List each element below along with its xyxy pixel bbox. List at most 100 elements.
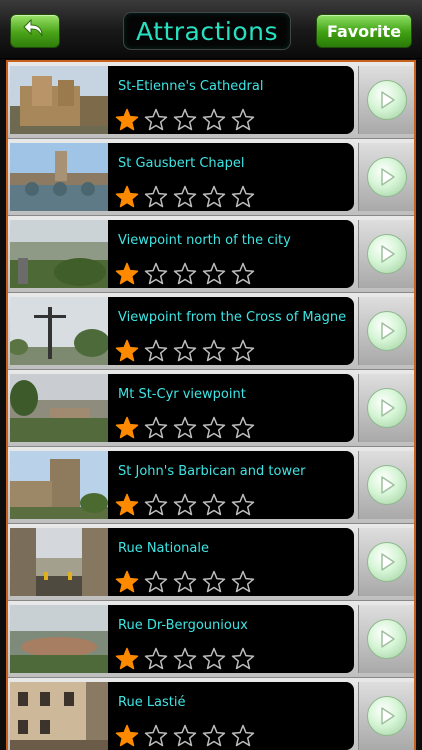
favorite-button[interactable]: Favorite [316,14,412,48]
star-rating[interactable] [112,724,257,748]
attraction-thumbnail [10,143,108,211]
attraction-info: Rue Nationale [108,528,354,596]
star-rating[interactable] [112,647,257,671]
attraction-thumbnail [10,297,108,365]
top-bar: Attractions Favorite [0,0,422,59]
attraction-name: St John's Barbican and tower [118,464,306,479]
star-rating[interactable] [112,339,257,363]
star-filled-icon[interactable] [112,724,141,748]
attraction-thumbnail [10,374,108,442]
attraction-info: Viewpoint north of the city [108,220,354,288]
star-outline-icon[interactable] [199,493,228,517]
star-rating[interactable] [112,185,257,209]
star-outline-icon[interactable] [141,262,170,286]
star-outline-icon[interactable] [199,262,228,286]
star-filled-icon[interactable] [112,570,141,594]
open-detail-button[interactable] [358,66,414,134]
star-outline-icon[interactable] [228,339,257,363]
star-outline-icon[interactable] [170,647,199,671]
star-outline-icon[interactable] [141,185,170,209]
star-filled-icon[interactable] [112,185,141,209]
attraction-name: Mt St-Cyr viewpoint [118,387,246,402]
star-outline-icon[interactable] [228,262,257,286]
open-detail-button[interactable] [358,297,414,365]
star-outline-icon[interactable] [141,108,170,132]
open-detail-button[interactable] [358,682,414,750]
list-item[interactable]: Viewpoint north of the city [8,216,414,293]
attraction-info: St John's Barbican and tower [108,451,354,519]
star-filled-icon[interactable] [112,262,141,286]
star-rating[interactable] [112,262,257,286]
star-outline-icon[interactable] [141,647,170,671]
star-outline-icon[interactable] [141,493,170,517]
star-outline-icon[interactable] [228,108,257,132]
attraction-info: Mt St-Cyr viewpoint [108,374,354,442]
list-item[interactable]: St Gausbert Chapel [8,139,414,216]
play-arrow-icon [367,619,407,659]
star-rating[interactable] [112,493,257,517]
star-outline-icon[interactable] [199,108,228,132]
star-outline-icon[interactable] [170,262,199,286]
attraction-info: St-Etienne's Cathedral [108,66,354,134]
star-outline-icon[interactable] [228,493,257,517]
star-filled-icon[interactable] [112,493,141,517]
star-outline-icon[interactable] [199,570,228,594]
star-outline-icon[interactable] [228,416,257,440]
star-outline-icon[interactable] [141,724,170,748]
star-outline-icon[interactable] [170,493,199,517]
list-item[interactable]: Mt St-Cyr viewpoint [8,370,414,447]
star-outline-icon[interactable] [199,339,228,363]
star-outline-icon[interactable] [141,339,170,363]
list-item[interactable]: St-Etienne's Cathedral [8,62,414,139]
star-filled-icon[interactable] [112,339,141,363]
star-filled-icon[interactable] [112,416,141,440]
star-outline-icon[interactable] [170,108,199,132]
star-outline-icon[interactable] [170,185,199,209]
open-detail-button[interactable] [358,374,414,442]
list-item[interactable]: Rue Lastié [8,678,414,750]
open-detail-button[interactable] [358,220,414,288]
star-outline-icon[interactable] [141,570,170,594]
back-arrow-icon [22,18,48,44]
star-outline-icon[interactable] [170,339,199,363]
star-outline-icon[interactable] [228,570,257,594]
play-arrow-icon [367,696,407,736]
attraction-name: Viewpoint north of the city [118,233,291,248]
star-outline-icon[interactable] [228,185,257,209]
star-outline-icon[interactable] [228,647,257,671]
attraction-thumbnail [10,66,108,134]
open-detail-button[interactable] [358,605,414,673]
list-item[interactable]: Rue Nationale [8,524,414,601]
star-outline-icon[interactable] [170,416,199,440]
star-rating[interactable] [112,416,257,440]
play-arrow-icon [367,465,407,505]
star-outline-icon[interactable] [199,647,228,671]
list-item[interactable]: Viewpoint from the Cross of Magne [8,293,414,370]
play-arrow-icon [367,80,407,120]
star-outline-icon[interactable] [199,416,228,440]
open-detail-button[interactable] [358,451,414,519]
back-button[interactable] [10,14,60,48]
attraction-name: St Gausbert Chapel [118,156,245,171]
page-title: Attractions [123,12,291,50]
list-item[interactable]: St John's Barbican and tower [8,447,414,524]
star-outline-icon[interactable] [170,570,199,594]
open-detail-button[interactable] [358,528,414,596]
star-rating[interactable] [112,108,257,132]
star-outline-icon[interactable] [228,724,257,748]
star-outline-icon[interactable] [199,185,228,209]
list-item[interactable]: Rue Dr-Bergounioux [8,601,414,678]
star-outline-icon[interactable] [199,724,228,748]
star-filled-icon[interactable] [112,647,141,671]
star-rating[interactable] [112,570,257,594]
attractions-list: St-Etienne's Cathedral St Gausbert Chapel… [6,60,416,750]
attraction-name: Viewpoint from the Cross of Magne [118,310,347,325]
play-arrow-icon [367,542,407,582]
open-detail-button[interactable] [358,143,414,211]
star-filled-icon[interactable] [112,108,141,132]
attraction-thumbnail [10,528,108,596]
attraction-thumbnail [10,605,108,673]
attraction-name: St-Etienne's Cathedral [118,79,264,94]
star-outline-icon[interactable] [170,724,199,748]
star-outline-icon[interactable] [141,416,170,440]
